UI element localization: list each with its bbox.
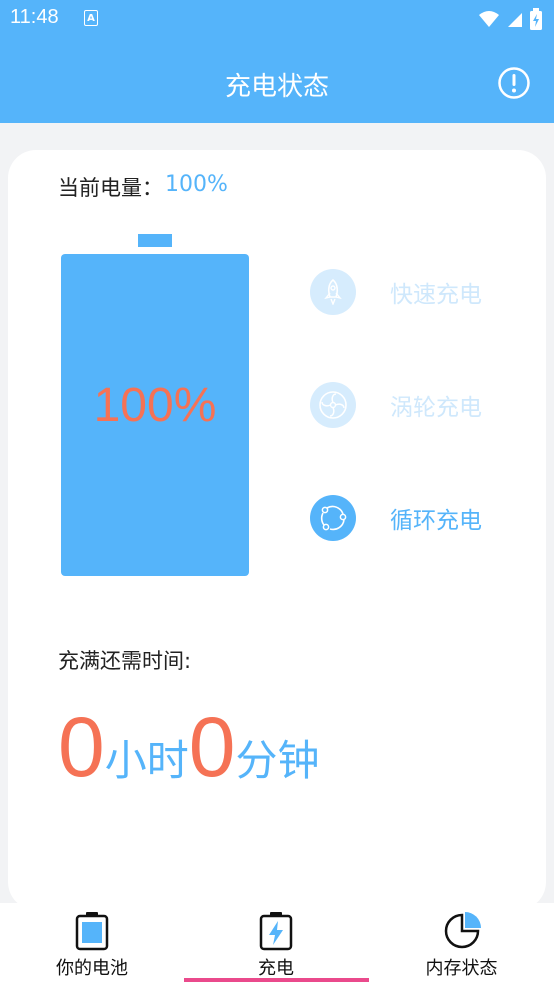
status-bar: 11:48 A [0, 0, 554, 38]
mode-fast-charge[interactable]: 快速充电 [310, 268, 482, 316]
nav-label: 充电 [258, 958, 294, 979]
wifi-icon [479, 11, 499, 27]
cycle-icon [310, 495, 356, 541]
mode-label: 快速充电 [390, 282, 482, 308]
rocket-icon [310, 269, 356, 315]
status-icons [478, 8, 542, 30]
hours-unit: 小时 [104, 736, 189, 785]
remaining-minutes: 0 [188, 700, 236, 794]
mode-cycle-charge[interactable]: 循环充电 [310, 494, 482, 542]
mode-label: 涡轮充电 [390, 395, 482, 421]
a-icon: A [84, 10, 98, 26]
current-level-value: 100% [165, 172, 228, 197]
status-time: 11:48 [10, 6, 59, 28]
remaining-hours: 0 [58, 700, 105, 794]
signal-icon [508, 13, 522, 27]
nav-label: 你的电池 [56, 958, 128, 979]
nav-item-memory-status[interactable]: 内存状态 [369, 903, 554, 984]
info-circle-icon[interactable] [498, 67, 530, 99]
remaining-time-label: 充满还需时间: [58, 649, 192, 673]
battery-icon [75, 912, 109, 951]
page-title: 充电状态 [224, 72, 329, 102]
nav-item-charging[interactable]: 充电 [184, 903, 368, 984]
battery-cap [138, 234, 172, 247]
nav-selected-indicator [184, 978, 369, 982]
turbine-icon [310, 382, 356, 428]
remaining-time: 0 小时 0 分钟 [58, 692, 319, 792]
nav-item-your-battery[interactable]: 你的电池 [0, 903, 184, 984]
mode-turbo-charge[interactable]: 涡轮充电 [310, 381, 482, 429]
pie-chart-icon [444, 912, 481, 949]
nav-label: 内存状态 [425, 958, 498, 979]
current-level-label: 当前电量： [58, 176, 163, 200]
battery-percent: 100% [93, 379, 217, 432]
minutes-unit: 分钟 [235, 736, 320, 785]
battery-status-icon [530, 8, 542, 30]
bottom-nav: 你的电池 充电 内存状态 [0, 903, 554, 984]
charging-icon [259, 912, 293, 951]
mode-label: 循环充电 [390, 508, 482, 534]
app-bar: 充电状态 [0, 38, 554, 123]
